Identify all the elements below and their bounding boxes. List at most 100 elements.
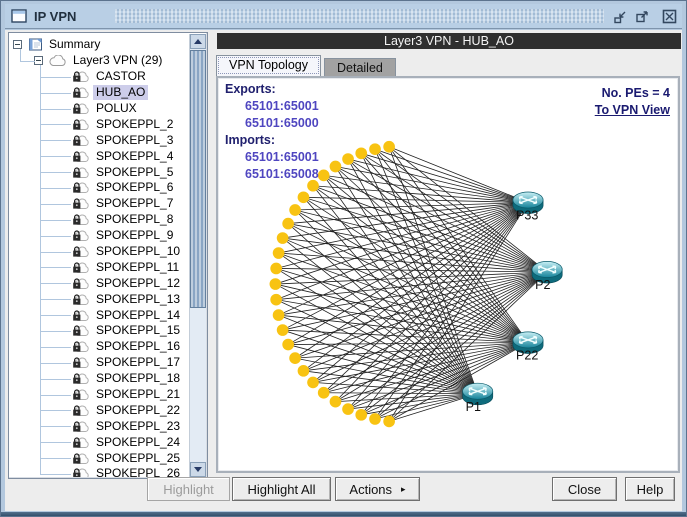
topology-edge <box>348 159 528 202</box>
tree-node-spokeppl_25[interactable]: SPOKEPPL_25 <box>10 450 189 466</box>
ce-site-node[interactable] <box>273 247 285 259</box>
ce-site-node[interactable] <box>318 387 330 399</box>
ce-site-node[interactable] <box>383 141 395 153</box>
highlight-all-button[interactable]: Highlight All <box>232 477 331 501</box>
tree-scrollbar[interactable] <box>189 34 206 477</box>
arrow-up-icon <box>194 39 202 44</box>
collapse-toggle-icon[interactable] <box>13 40 22 49</box>
lock-cloud-icon <box>71 70 90 83</box>
button-bar: Highlight Highlight All Actions ▸ Close … <box>5 471 682 505</box>
ce-site-node[interactable] <box>270 278 282 290</box>
ce-site-node[interactable] <box>277 324 289 336</box>
tree-node-spokeppl_12[interactable]: SPOKEPPL_12 <box>10 275 189 291</box>
scrollbar-up-button[interactable] <box>190 34 206 49</box>
lock-cloud-icon <box>71 150 90 163</box>
ce-site-node[interactable] <box>270 263 282 275</box>
tree-node-spokeppl_23[interactable]: SPOKEPPL_23 <box>10 418 189 434</box>
tree-node-spokeppl_15[interactable]: SPOKEPPL_15 <box>10 323 189 339</box>
tree-node-label: SPOKEPPL_4 <box>93 149 176 164</box>
tree-node-spokeppl_2[interactable]: SPOKEPPL_2 <box>10 116 189 132</box>
topology-view: P33P2P22P1 Exports: 65101:65001 65101:65… <box>216 76 680 473</box>
tree-node-label: SPOKEPPL_2 <box>93 117 176 132</box>
tree-node-polux[interactable]: POLUX <box>10 101 189 117</box>
tree-node-spokeppl_17[interactable]: SPOKEPPL_17 <box>10 355 189 371</box>
tree-node-label: SPOKEPPL_12 <box>93 276 183 291</box>
pe-router-label: P1 <box>466 400 481 414</box>
ce-site-node[interactable] <box>355 409 367 421</box>
tree-node-castor[interactable]: CASTOR <box>10 69 189 85</box>
tree-node-spokeppl_5[interactable]: SPOKEPPL_5 <box>10 164 189 180</box>
tree-node-spokeppl_21[interactable]: SPOKEPPL_21 <box>10 387 189 403</box>
topology-edge <box>313 186 478 394</box>
close-dialog-button[interactable]: Close <box>552 477 617 501</box>
tree-node-label: SPOKEPPL_5 <box>93 165 176 180</box>
tree-node-spokeppl_3[interactable]: SPOKEPPL_3 <box>10 132 189 148</box>
vpn-tree-panel: SummaryLayer3 VPN (29)CASTORHUB_AOPOLUXS… <box>8 32 208 479</box>
maximize-icon <box>635 10 649 24</box>
tree-node-layer3-vpn[interactable]: Layer3 VPN (29) <box>10 53 189 69</box>
close-button[interactable] <box>661 8 678 25</box>
tree-node-spokeppl_4[interactable]: SPOKEPPL_4 <box>10 148 189 164</box>
tree-node-label: SPOKEPPL_22 <box>93 403 183 418</box>
ce-site-node[interactable] <box>277 232 289 244</box>
lock-cloud-icon <box>71 372 90 385</box>
tree-node-spokeppl_8[interactable]: SPOKEPPL_8 <box>10 212 189 228</box>
ce-site-node[interactable] <box>355 147 367 159</box>
minimize-icon <box>613 10 627 24</box>
tab-bar: VPN Topology Detailed <box>216 55 396 76</box>
ce-site-node[interactable] <box>270 294 282 306</box>
tab-vpn-topology[interactable]: VPN Topology <box>216 55 321 76</box>
lock-cloud-icon <box>71 388 90 401</box>
ce-site-node[interactable] <box>330 161 342 173</box>
window-title: IP VPN <box>34 9 76 24</box>
tree-node-label: SPOKEPPL_25 <box>93 451 183 466</box>
tree-node-spokeppl_11[interactable]: SPOKEPPL_11 <box>10 259 189 275</box>
ce-site-node[interactable] <box>282 218 294 230</box>
ce-site-node[interactable] <box>330 396 342 408</box>
ce-site-node[interactable] <box>307 377 319 389</box>
tree-node-hub_ao[interactable]: HUB_AO <box>10 85 189 101</box>
tree-node-spokeppl_10[interactable]: SPOKEPPL_10 <box>10 244 189 260</box>
ce-site-node[interactable] <box>383 416 395 428</box>
ce-site-node[interactable] <box>298 191 310 203</box>
ce-site-node[interactable] <box>369 143 381 155</box>
tree-node-label: SPOKEPPL_6 <box>93 180 176 195</box>
lock-cloud-icon <box>71 340 90 353</box>
actions-menu-button[interactable]: Actions ▸ <box>335 477 420 501</box>
tree-node-label: SPOKEPPL_3 <box>93 133 176 148</box>
ce-site-node[interactable] <box>289 352 301 364</box>
window-titlebar[interactable]: IP VPN <box>5 4 682 29</box>
tree-node-label: SPOKEPPL_16 <box>93 339 183 354</box>
lock-cloud-icon <box>71 118 90 131</box>
tree-node-spokeppl_24[interactable]: SPOKEPPL_24 <box>10 434 189 450</box>
lock-cloud-icon <box>71 309 90 322</box>
tree-node-spokeppl_18[interactable]: SPOKEPPL_18 <box>10 371 189 387</box>
vpn-detail-panel: Layer3 VPN - HUB_AO VPN Topology Detaile… <box>213 32 684 475</box>
help-button[interactable]: Help <box>625 477 675 501</box>
tab-detailed[interactable]: Detailed <box>324 58 396 76</box>
tree-node-spokeppl_9[interactable]: SPOKEPPL_9 <box>10 228 189 244</box>
tree-node-spokeppl_22[interactable]: SPOKEPPL_22 <box>10 402 189 418</box>
route-targets: Exports: 65101:65001 65101:65000 Imports… <box>225 81 319 183</box>
maximize-button[interactable] <box>633 8 650 25</box>
tree-node-summary[interactable]: Summary <box>10 37 189 53</box>
minimize-button[interactable] <box>611 8 628 25</box>
highlight-button[interactable]: Highlight <box>147 477 230 501</box>
ce-site-node[interactable] <box>342 403 354 415</box>
tree-node-spokeppl_16[interactable]: SPOKEPPL_16 <box>10 339 189 355</box>
ce-site-node[interactable] <box>318 170 330 182</box>
collapse-toggle-icon[interactable] <box>34 56 43 65</box>
ce-site-node[interactable] <box>298 365 310 377</box>
pe-router-label: P2 <box>535 278 550 292</box>
scrollbar-thumb[interactable] <box>190 50 206 308</box>
tree-node-spokeppl_14[interactable]: SPOKEPPL_14 <box>10 307 189 323</box>
tree-node-spokeppl_7[interactable]: SPOKEPPL_7 <box>10 196 189 212</box>
ce-site-node[interactable] <box>369 413 381 425</box>
ce-site-node[interactable] <box>282 339 294 351</box>
to-vpn-view-link[interactable]: To VPN View <box>595 102 670 119</box>
ce-site-node[interactable] <box>342 153 354 165</box>
ce-site-node[interactable] <box>289 204 301 216</box>
ce-site-node[interactable] <box>273 309 285 321</box>
tree-node-spokeppl_13[interactable]: SPOKEPPL_13 <box>10 291 189 307</box>
tree-node-spokeppl_6[interactable]: SPOKEPPL_6 <box>10 180 189 196</box>
